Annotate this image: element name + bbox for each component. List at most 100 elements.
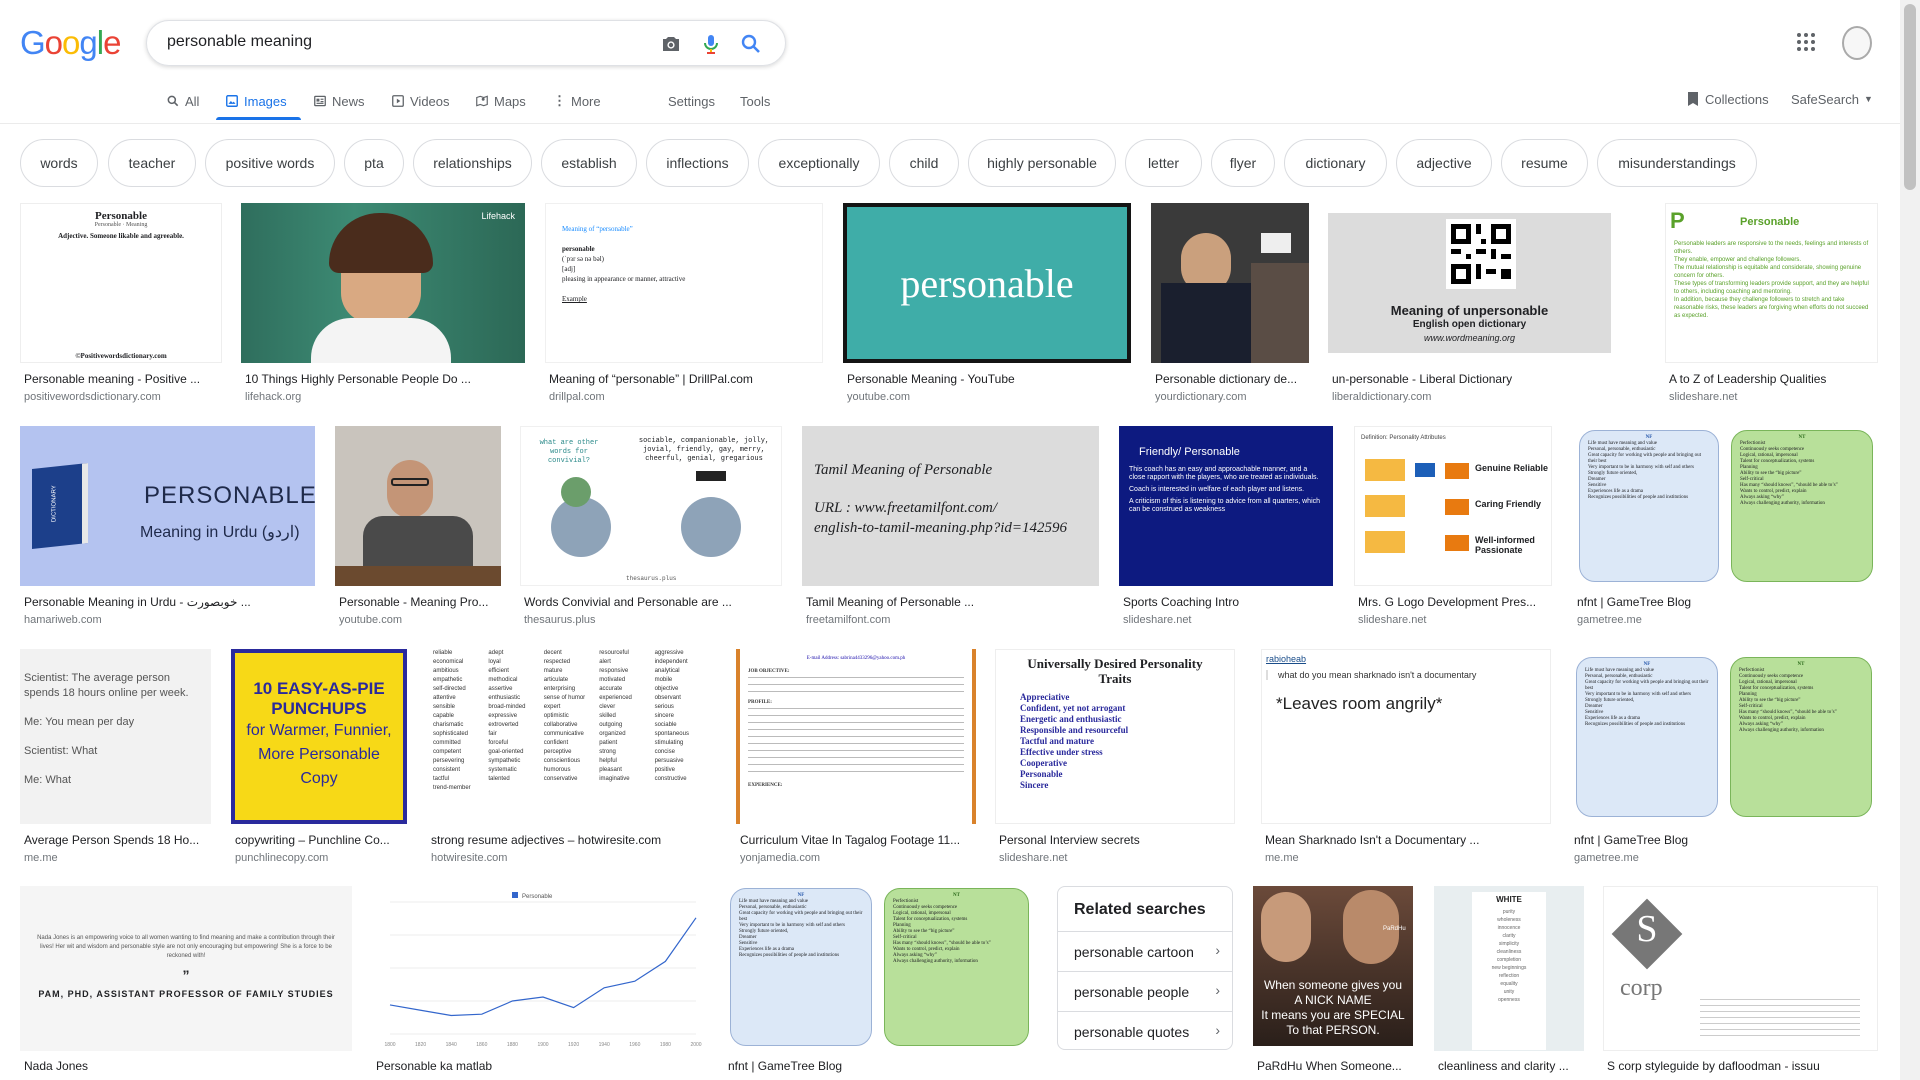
image-result[interactable]: Scientist: The average person spends 18 …	[20, 649, 211, 869]
chip[interactable]: letter	[1125, 139, 1202, 187]
image-result[interactable]: PaRdHu When someone gives you A NICK NAM…	[1253, 886, 1413, 1080]
related-search-item[interactable]: personable cartoon ›	[1058, 931, 1232, 971]
image-result[interactable]: Meaning of “personable” personable (ˈpɜr…	[545, 203, 823, 408]
avatar[interactable]	[1842, 26, 1872, 60]
result-caption[interactable]: copywriting – Punchline Co...	[235, 833, 405, 847]
result-thumbnail[interactable]: Lifehack	[241, 203, 525, 363]
search-icon[interactable]	[739, 32, 763, 56]
result-thumbnail[interactable]: WHITE purity wholeness innocence clarity sim…	[1434, 886, 1584, 1051]
result-caption[interactable]: Curriculum Vitae In Tagalog Footage 11..…	[740, 833, 974, 847]
image-result[interactable]: what are other words for convivial? soci…	[520, 426, 782, 631]
chip[interactable]: dictionary	[1284, 139, 1387, 187]
result-thumbnail[interactable]: what are other words for convivial? soci…	[520, 426, 782, 586]
chip[interactable]: misunderstandings	[1597, 139, 1757, 187]
image-result[interactable]: NF Life must have meaning and value Pers…	[1570, 649, 1878, 869]
tab-more[interactable]: ⋮ More	[553, 90, 601, 112]
result-caption[interactable]: strong resume adjectives – hotwiresite.c…	[431, 833, 714, 847]
result-thumbnail[interactable]: Tamil Meaning of Personable URL : www.fr…	[802, 426, 1099, 586]
image-result[interactable]: Personable - Meaning Pro... youtube.com	[335, 426, 501, 631]
result-thumbnail[interactable]: E-mail Address: sabrina4433296@yahoo.com…	[736, 649, 976, 824]
result-thumbnail[interactable]: P Personable Personable leaders are resp…	[1665, 203, 1878, 363]
chip[interactable]: positive words	[205, 139, 335, 187]
result-caption[interactable]: Nada Jones	[24, 1059, 350, 1073]
related-search-item[interactable]: personable people ›	[1058, 971, 1232, 1011]
result-thumbnail[interactable]: Meaning of unpersonable English open dic…	[1328, 203, 1611, 363]
tab-videos[interactable]: Videos	[391, 90, 450, 112]
chip[interactable]: resume	[1501, 139, 1588, 187]
image-result[interactable]: 10 EASY-AS-PIE PUNCHUPS for Warmer, Funn…	[231, 649, 407, 869]
result-thumbnail[interactable]: S corp	[1603, 886, 1878, 1051]
chip[interactable]: child	[889, 139, 959, 187]
image-result[interactable]: personable Personable Meaning - YouTube …	[843, 203, 1131, 408]
google-logo[interactable]: Google	[20, 24, 121, 62]
image-result[interactable]: S corp S corp styleguide by dafloodman -…	[1603, 886, 1878, 1080]
result-caption[interactable]: Personable dictionary de...	[1155, 372, 1307, 386]
result-caption[interactable]: Personal Interview secrets	[999, 833, 1233, 847]
result-thumbnail[interactable]: Meaning of “personable” personable (ˈpɜr…	[545, 203, 823, 363]
result-thumbnail[interactable]: PaRdHu When someone gives you A NICK NAM…	[1253, 886, 1413, 1046]
result-caption[interactable]: Words Convivial and Personable are ...	[524, 595, 780, 609]
scrollbar-thumb[interactable]	[1904, 4, 1916, 190]
result-thumbnail[interactable]: Definition: Personality Attributes Genui…	[1354, 426, 1552, 586]
chip[interactable]: pta	[344, 139, 404, 187]
result-thumbnail[interactable]: 10 EASY-AS-PIE PUNCHUPS for Warmer, Funn…	[231, 649, 407, 824]
chip[interactable]: words	[20, 139, 98, 187]
image-result[interactable]: Tamil Meaning of Personable URL : www.fr…	[802, 426, 1099, 631]
image-result[interactable]: Personable Personable · Meaning Adjectiv…	[20, 203, 222, 408]
image-result[interactable]: P Personable Personable leaders are resp…	[1665, 203, 1878, 408]
image-result[interactable]: Friendly/ Personable This coach has an e…	[1119, 426, 1333, 631]
result-thumbnail[interactable]: Personable 1800 1820 1840 1860 1880 1900 1920 19…	[372, 886, 704, 1051]
result-caption[interactable]: Personable ka matlab	[376, 1059, 702, 1073]
tab-images[interactable]: Images	[225, 90, 287, 112]
result-thumbnail[interactable]: personable	[843, 203, 1131, 363]
image-result[interactable]: NF Life must have meaning and value Pers…	[724, 886, 1037, 1080]
result-thumbnail[interactable]: DICTIONARY PERSONABLE Meaning in Urdu (ا…	[20, 426, 315, 586]
result-thumbnail[interactable]	[335, 426, 501, 586]
result-caption[interactable]: Personable - Meaning Pro...	[339, 595, 499, 609]
image-result[interactable]: Lifehack 10 Things Highly Personable Peo…	[241, 203, 525, 408]
result-thumbnail[interactable]: Nada Jones is an empowering voice to all…	[20, 886, 352, 1051]
apps-grid-icon[interactable]	[1794, 30, 1818, 54]
chip[interactable]: exceptionally	[758, 139, 880, 187]
result-thumbnail[interactable]: reliable adept decent resourceful aggressive…	[427, 649, 716, 824]
result-caption[interactable]: Tamil Meaning of Personable ...	[806, 595, 1097, 609]
result-caption[interactable]: Sports Coaching Intro	[1123, 595, 1331, 609]
image-result[interactable]: Personable dictionary de... yourdictiona…	[1151, 203, 1309, 408]
search-input[interactable]	[167, 33, 637, 51]
image-result[interactable]: Nada Jones is an empowering voice to all…	[20, 886, 352, 1080]
collections-link[interactable]: Collections	[1686, 88, 1769, 110]
chip[interactable]: establish	[541, 139, 637, 187]
result-thumbnail[interactable]: NF Life must have meaning and value Pers…	[1573, 426, 1878, 586]
microphone-icon[interactable]	[699, 32, 723, 56]
image-result[interactable]: WHITE purity wholeness innocence clarity sim…	[1434, 886, 1584, 1080]
result-caption[interactable]: Meaning of “personable” | DrillPal.com	[549, 372, 821, 386]
chip[interactable]: relationships	[413, 139, 532, 187]
result-thumbnail[interactable]: Personable Personable · Meaning Adjectiv…	[20, 203, 222, 363]
result-thumbnail[interactable]: Scientist: The average person spends 18 …	[20, 649, 211, 824]
chip[interactable]: inflections	[646, 139, 749, 187]
result-caption[interactable]: S corp styleguide by dafloodman - issuu	[1607, 1059, 1876, 1073]
result-thumbnail[interactable]: rabioheab what do you mean sharknado isn…	[1261, 649, 1551, 824]
result-caption[interactable]: A to Z of Leadership Qualities	[1669, 372, 1876, 386]
result-caption[interactable]: nfnt | GameTree Blog	[728, 1059, 1035, 1073]
image-result[interactable]: reliable adept decent resourceful aggressive…	[427, 649, 716, 869]
result-thumbnail[interactable]: NF Life must have meaning and value Pers…	[724, 886, 1037, 1051]
result-caption[interactable]: cleanliness and clarity ...	[1438, 1059, 1582, 1073]
settings-link[interactable]: Settings	[668, 90, 715, 112]
safesearch-menu[interactable]: SafeSearch ▼	[1791, 88, 1873, 110]
camera-icon[interactable]	[659, 32, 683, 56]
tab-news[interactable]: News	[313, 90, 365, 112]
result-caption[interactable]: Personable Meaning - YouTube	[847, 372, 1129, 386]
result-caption[interactable]: Personable meaning - Positive ...	[24, 372, 220, 386]
image-result[interactable]: NF Life must have meaning and value Pers…	[1573, 426, 1878, 631]
result-caption[interactable]: nfnt | GameTree Blog	[1574, 833, 1876, 847]
result-thumbnail[interactable]: NF Life must have meaning and value Pers…	[1570, 649, 1878, 824]
tools-link[interactable]: Tools	[740, 90, 770, 112]
result-thumbnail[interactable]: Universally Desired Personality Traits A…	[995, 649, 1235, 824]
image-result[interactable]: Definition: Personality Attributes Genui…	[1354, 426, 1552, 631]
result-thumbnail[interactable]: Friendly/ Personable This coach has an e…	[1119, 426, 1333, 586]
image-result[interactable]: DICTIONARY PERSONABLE Meaning in Urdu (ا…	[20, 426, 315, 631]
chip[interactable]: teacher	[108, 139, 196, 187]
result-thumbnail[interactable]	[1151, 203, 1309, 363]
result-caption[interactable]: Mean Sharknado Isn't a Documentary ...	[1265, 833, 1549, 847]
